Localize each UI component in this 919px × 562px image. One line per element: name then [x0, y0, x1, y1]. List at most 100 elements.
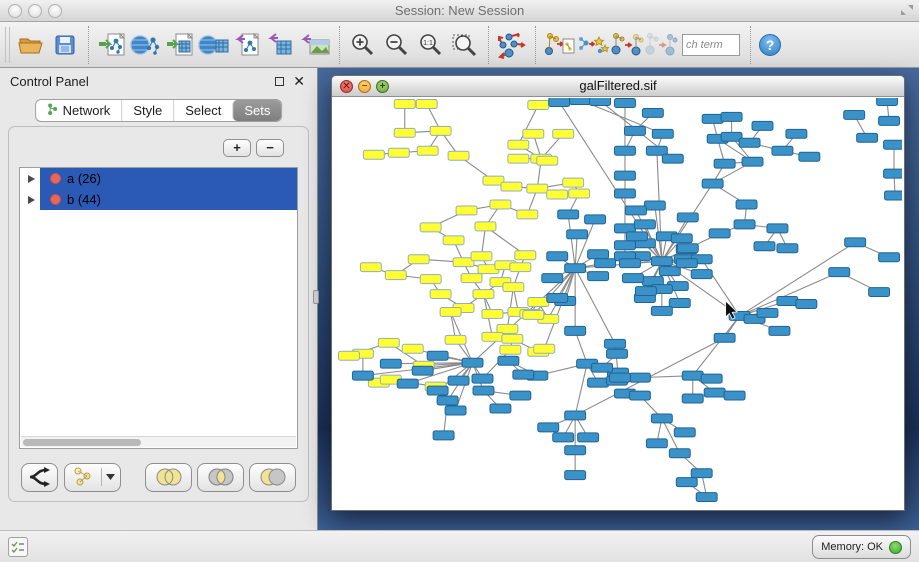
graph-node-yellow[interactable]	[508, 140, 529, 149]
graph-node-blue[interactable]	[588, 272, 609, 281]
graph-node-yellow[interactable]	[534, 344, 555, 353]
zoom-actual-size-icon[interactable]: 1:1	[414, 27, 448, 63]
graph-node-yellow[interactable]	[563, 178, 584, 187]
graph-node-yellow[interactable]	[537, 156, 558, 165]
network-view-frame[interactable]: ✕ − + galFiltered.sif	[331, 75, 905, 511]
graph-node-blue[interactable]	[702, 179, 723, 188]
graph-node-yellow[interactable]	[500, 345, 521, 354]
task-history-icon[interactable]	[8, 537, 28, 557]
graph-node-blue[interactable]	[588, 378, 609, 387]
graph-node-blue[interactable]	[682, 394, 703, 403]
expander-cell[interactable]	[20, 168, 40, 189]
import-network-database-icon[interactable]	[129, 27, 163, 63]
graph-node-yellow[interactable]	[420, 275, 441, 284]
graph-node-blue[interactable]	[547, 252, 568, 261]
horizontal-scrollbar[interactable]	[21, 436, 296, 447]
graph-node-blue[interactable]	[513, 370, 534, 379]
graph-node-blue[interactable]	[462, 358, 483, 367]
graph-node-blue[interactable]	[610, 373, 631, 382]
graph-node-blue[interactable]	[701, 374, 722, 383]
graph-node-blue[interactable]	[626, 232, 647, 241]
graph-node-blue[interactable]	[777, 244, 798, 253]
graph-node-blue[interactable]	[625, 206, 646, 215]
graph-node-blue[interactable]	[796, 300, 817, 309]
graph-node-blue[interactable]	[659, 267, 680, 276]
graph-node-yellow[interactable]	[502, 334, 523, 343]
graph-node-blue[interactable]	[662, 154, 683, 163]
graph-node-blue[interactable]	[433, 431, 454, 440]
graph-node-blue[interactable]	[635, 287, 656, 296]
graph-node-blue[interactable]	[498, 356, 519, 365]
graph-node-yellow[interactable]	[430, 290, 451, 299]
split-set-button[interactable]	[21, 463, 58, 492]
graph-node-blue[interactable]	[615, 171, 636, 180]
graph-node-blue[interactable]	[547, 294, 568, 303]
graph-node-yellow[interactable]	[402, 344, 423, 353]
graph-node-blue[interactable]	[676, 259, 697, 268]
merge-networks-icon[interactable]	[576, 27, 610, 63]
graph-node-blue[interactable]	[845, 238, 866, 247]
graph-node-blue[interactable]	[642, 108, 663, 117]
list-item-set-a[interactable]: a (26)	[20, 168, 297, 189]
graph-node-blue[interactable]	[884, 140, 902, 149]
graph-node-blue[interactable]	[674, 428, 695, 437]
graph-node-blue[interactable]	[651, 306, 672, 315]
graph-node-blue[interactable]	[427, 386, 448, 395]
graph-node-yellow[interactable]	[394, 128, 415, 137]
graph-node-blue[interactable]	[799, 152, 820, 161]
set-intersection-button[interactable]	[197, 463, 244, 492]
graph-node-blue[interactable]	[615, 146, 636, 155]
graph-node-yellow[interactable]	[440, 307, 461, 316]
graph-node-blue[interactable]	[829, 268, 850, 277]
graph-node-blue[interactable]	[605, 339, 626, 348]
graph-node-yellow[interactable]	[501, 182, 522, 191]
graph-node-yellow[interactable]	[515, 251, 536, 260]
graph-node-blue[interactable]	[646, 439, 667, 448]
set-union-button[interactable]	[145, 463, 192, 492]
graph-node-blue[interactable]	[721, 112, 742, 121]
graph-node-blue[interactable]	[879, 253, 900, 262]
graph-node-blue[interactable]	[677, 213, 698, 222]
graph-node-blue[interactable]	[549, 98, 570, 106]
graph-node-yellow[interactable]	[471, 252, 492, 261]
graph-node-blue[interactable]	[877, 98, 898, 105]
graph-node-blue[interactable]	[709, 229, 730, 238]
graph-node-blue[interactable]	[380, 359, 401, 368]
copy-network-icon[interactable]	[542, 27, 576, 63]
graph-node-yellow[interactable]	[528, 298, 549, 307]
expander-cell[interactable]	[20, 189, 40, 210]
export-network-icon[interactable]	[231, 27, 265, 63]
zoom-fit-selected-icon[interactable]	[448, 27, 482, 63]
graph-node-yellow[interactable]	[523, 129, 544, 138]
graph-node-blue[interactable]	[542, 274, 563, 283]
zoom-in-icon[interactable]	[346, 27, 380, 63]
graph-node-blue[interactable]	[885, 191, 902, 200]
graph-node-blue[interactable]	[629, 391, 650, 400]
memory-status-button[interactable]: Memory: OK	[812, 535, 911, 559]
graph-node-blue[interactable]	[767, 224, 788, 233]
tab-sets[interactable]: Sets	[232, 100, 281, 121]
graph-node-blue[interactable]	[607, 349, 628, 358]
import-table-database-icon[interactable]	[197, 27, 231, 63]
graph-node-yellow[interactable]	[523, 310, 544, 319]
graph-node-blue[interactable]	[538, 423, 559, 432]
graph-node-blue[interactable]	[427, 351, 448, 360]
graph-node-yellow[interactable]	[528, 100, 549, 109]
graph-node-yellow[interactable]	[408, 255, 429, 264]
graph-node-blue[interactable]	[588, 250, 609, 259]
graph-node-blue[interactable]	[702, 114, 723, 123]
graph-node-blue[interactable]	[590, 98, 611, 105]
graph-node-yellow[interactable]	[443, 236, 464, 245]
expand-triangle-icon[interactable]	[28, 175, 35, 183]
float-panel-icon[interactable]	[275, 77, 284, 86]
graph-node-yellow[interactable]	[508, 154, 529, 163]
graph-node-blue[interactable]	[884, 169, 902, 178]
import-network-file-icon[interactable]	[95, 27, 129, 63]
graph-node-blue[interactable]	[652, 129, 673, 138]
graph-node-yellow[interactable]	[482, 309, 503, 318]
graph-node-blue[interactable]	[739, 138, 760, 147]
graph-node-blue[interactable]	[397, 379, 418, 388]
graph-node-blue[interactable]	[704, 388, 725, 397]
graph-node-blue[interactable]	[624, 126, 645, 135]
graph-node-blue[interactable]	[595, 259, 616, 268]
